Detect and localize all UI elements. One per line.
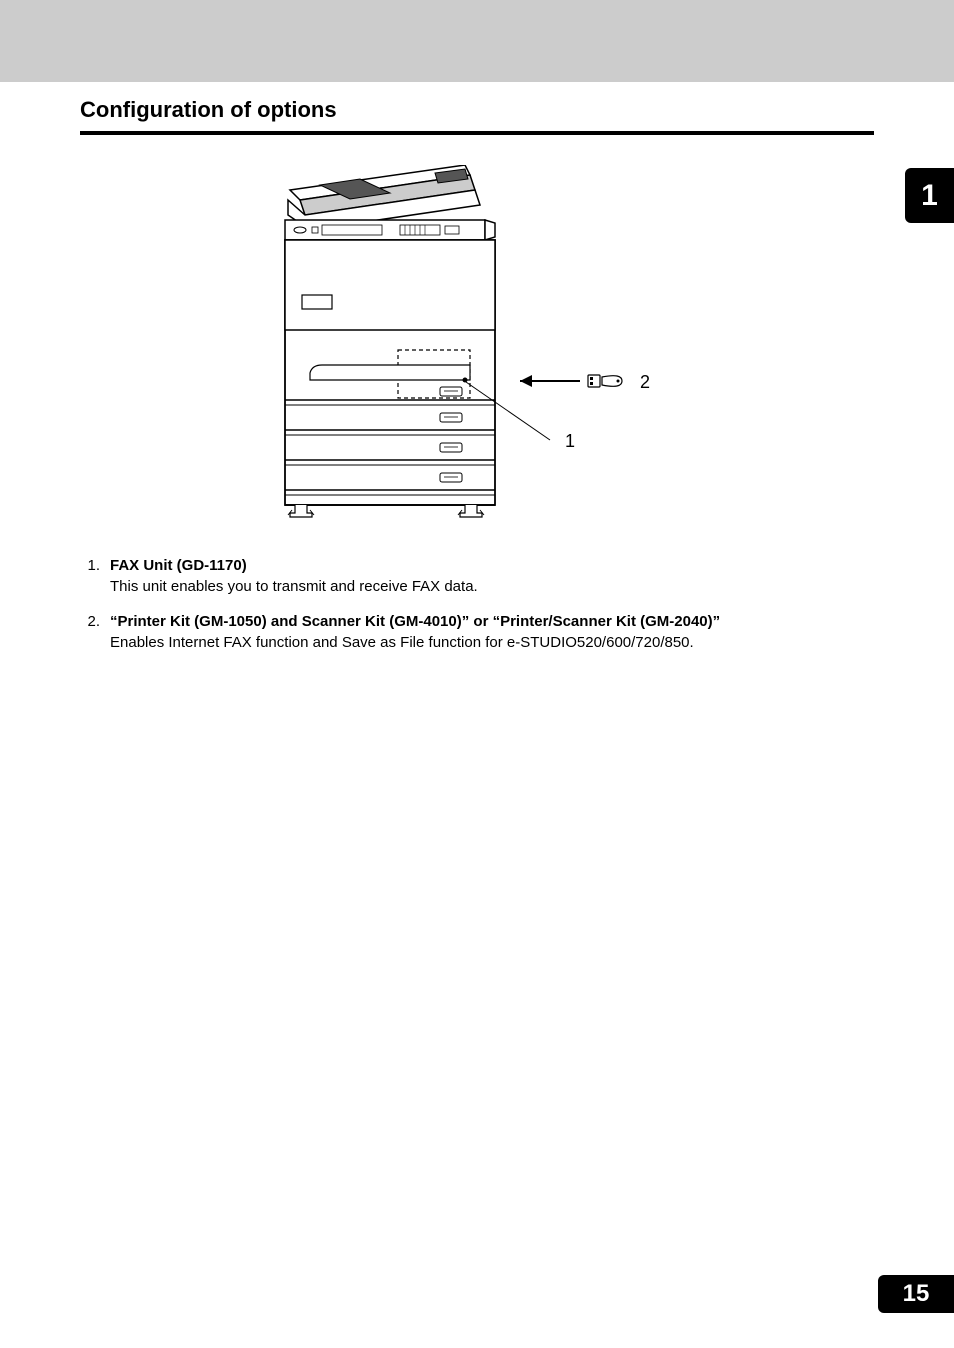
copier-diagram: 1 2 [80,165,874,535]
item-description: Enables Internet FAX function and Save a… [110,634,694,651]
chapter-tab: 1 [905,168,954,223]
item-title: “Printer Kit (GM-1050) and Scanner Kit (… [110,613,720,630]
page-number: 15 [878,1275,954,1313]
list-item: 2. “Printer Kit (GM-1050) and Scanner Ki… [80,611,874,653]
page-content: Configuration of options [0,82,954,653]
item-title: FAX Unit (GD-1170) [110,557,247,574]
list-body: “Printer Kit (GM-1050) and Scanner Kit (… [110,611,874,653]
options-list: 1. FAX Unit (GD-1170) This unit enables … [80,555,874,653]
list-number: 1. [80,555,110,597]
diagram-callout-1: 1 [565,431,575,452]
header-bar [0,0,954,82]
list-body: FAX Unit (GD-1170) This unit enables you… [110,555,874,597]
section-title: Configuration of options [80,97,874,135]
list-item: 1. FAX Unit (GD-1170) This unit enables … [80,555,874,597]
diagram-callout-2: 2 [640,372,650,393]
item-description: This unit enables you to transmit and re… [110,578,478,595]
copier-illustration [270,165,650,525]
list-number: 2. [80,611,110,653]
